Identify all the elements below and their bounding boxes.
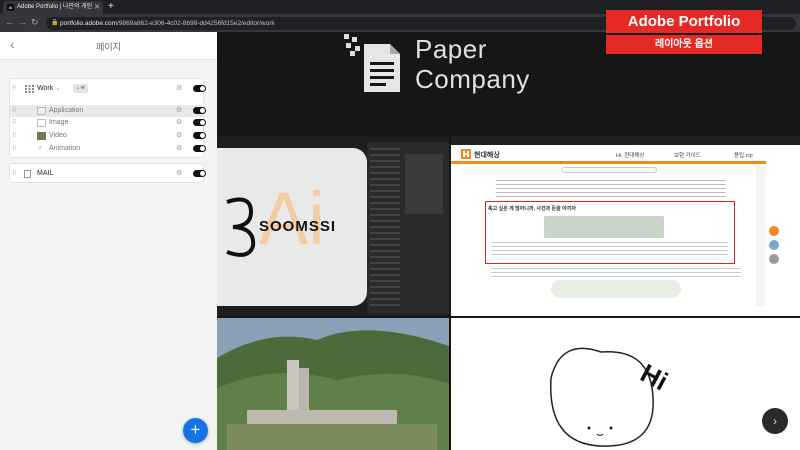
project-tile-animation[interactable]: Hi — [451, 318, 800, 450]
web-header-underline — [451, 161, 766, 164]
new-tab-icon[interactable]: + — [108, 1, 114, 13]
page-thumbnail-icon — [37, 119, 46, 127]
web-highlight-box: 혹고 싶은 게 많아니까, 사건과 돈을 아끼자 — [485, 201, 735, 264]
mail-page-card: ⠿ MAIL ⚙ — [9, 163, 206, 183]
properties-panel — [405, 154, 443, 214]
web-banner-image — [544, 216, 664, 238]
visibility-toggle[interactable] — [193, 145, 206, 152]
sidebar-header: ‹ 페이지 — [0, 32, 217, 60]
page-label-application: Application — [49, 107, 84, 114]
visibility-toggle[interactable] — [193, 132, 206, 139]
overlay-subtitle: 레이아웃 옵션 — [606, 35, 762, 54]
gear-icon[interactable]: ⚙ — [176, 131, 182, 139]
page-link-icon: ↗ — [37, 146, 43, 152]
site-preview: Paper Company Ai SOOMSSI 현대해상 Hi, 현대해상 보… — [217, 32, 800, 450]
web-body-text — [496, 180, 726, 198]
gear-icon[interactable]: ⚙ — [176, 169, 182, 177]
doodle-illustration — [550, 347, 654, 447]
url-path: /9869a862-e306-4c02-8b98-dd4256fd15e2/ed… — [117, 20, 275, 27]
work-gallery-card: ⠿ Work ⌄ ⌂ ≣ ⚙ ⠿ Application ⚙ ⠿ Image ⚙… — [9, 78, 206, 158]
page-icon — [24, 170, 31, 178]
close-tab-icon[interactable]: ✕ — [94, 1, 100, 14]
page-label-video: Video — [49, 132, 67, 139]
drag-handle-icon[interactable]: ⠿ — [12, 145, 16, 152]
page-thumbnail-icon — [37, 132, 46, 140]
ai-brand-text: SOOMSSI — [259, 218, 337, 235]
web-site-name: 현대해상 — [474, 152, 500, 159]
reload-icon[interactable]: ↻ — [31, 16, 39, 29]
web-side-button — [769, 254, 779, 264]
sidebar-title: 페이지 — [96, 42, 121, 52]
visibility-toggle[interactable] — [193, 107, 206, 114]
page-row-application[interactable]: ⠿ Application ⚙ — [10, 105, 206, 117]
tab-title: Adobe Portfolio | 나만의 개인 — [17, 4, 93, 10]
embedded-browser-bar — [451, 136, 800, 145]
gear-icon[interactable]: ⚙ — [176, 118, 182, 126]
page-label-image: Image — [49, 119, 69, 126]
layer-list — [370, 148, 400, 308]
drag-handle-icon[interactable]: ⠿ — [12, 107, 16, 114]
hyundai-logo-icon — [461, 149, 471, 159]
chevron-down-icon[interactable]: ⌄ — [55, 85, 61, 93]
project-tile-application[interactable]: Ai SOOMSSI — [217, 136, 449, 316]
pages-sidebar: ‹ 페이지 ⠿ Work ⌄ ⌂ ≣ ⚙ ⠿ Application ⚙ ⠿ I… — [0, 32, 217, 450]
gear-icon[interactable]: ⚙ — [176, 144, 182, 152]
page-row-image[interactable]: ⠿ Image ⚙ — [10, 117, 206, 129]
project-tile-video[interactable] — [217, 318, 449, 450]
web-highlight-text — [492, 242, 728, 256]
landscape-photo — [217, 318, 449, 450]
forward-arrow-icon[interactable]: → — [18, 16, 27, 29]
page-row-video[interactable]: ⠿ Video ⚙ — [10, 130, 206, 142]
page-label-work: Work — [37, 85, 54, 92]
web-illustration — [551, 280, 681, 298]
web-nav-3: 용팁.zip — [734, 153, 753, 159]
overlay-title: Adobe Portfolio — [606, 10, 762, 33]
home-page-badge: ⌂ ≣ — [73, 84, 88, 93]
visibility-toggle[interactable] — [193, 170, 206, 177]
add-page-button[interactable]: + — [183, 418, 208, 443]
page-row-work[interactable]: ⠿ Work ⌄ ⌂ ≣ ⚙ — [10, 83, 206, 95]
logo-text-line2: Company — [415, 64, 530, 94]
web-side-button — [769, 240, 779, 250]
web-body-text-2 — [491, 268, 741, 278]
page-label-animation: Animation — [49, 145, 81, 152]
scroll-arrow-icon[interactable]: › — [762, 408, 788, 434]
web-nav-2: 보험 가이드 — [674, 153, 701, 159]
browser-tab[interactable]: Ai Adobe Portfolio | 나만의 개인 ✕ — [3, 1, 103, 14]
page-row-mail[interactable]: ⠿ MAIL ⚙ — [10, 168, 206, 180]
web-nav-1: Hi, 현대해상 — [616, 153, 645, 159]
logo-text-line1: Paper — [415, 34, 487, 64]
drag-handle-icon[interactable]: ⠿ — [12, 119, 16, 126]
web-search-bar — [561, 167, 657, 173]
project-tile-image[interactable]: 현대해상 Hi, 현대해상 보험 가이드 용팁.zip 혹고 싶은 게 많아니까… — [451, 136, 800, 316]
page-label-mail: MAIL — [37, 170, 54, 177]
drag-handle-icon[interactable]: ⠿ — [12, 170, 16, 177]
visibility-toggle[interactable] — [193, 119, 206, 126]
url-host: portfolio.adobe.com — [60, 20, 118, 27]
gallery-grid-icon — [25, 85, 34, 93]
site-logo[interactable]: Paper Company — [342, 34, 572, 104]
page-thumbnail-icon — [37, 107, 46, 115]
web-side-button — [769, 226, 779, 236]
drag-handle-icon[interactable]: ⠿ — [12, 85, 16, 92]
web-headline: 혹고 싶은 게 많아니까, 사건과 돈을 아끼자 — [488, 206, 576, 212]
visibility-toggle[interactable] — [193, 85, 206, 92]
back-arrow-icon[interactable]: ← — [5, 16, 14, 29]
web-scrollbar — [756, 166, 765, 306]
drag-handle-icon[interactable]: ⠿ — [12, 132, 16, 139]
gear-icon[interactable]: ⚙ — [176, 84, 182, 92]
tab-favicon-icon: Ai — [7, 4, 14, 11]
gear-icon[interactable]: ⚙ — [176, 106, 182, 114]
paper-logo-icon — [344, 34, 400, 92]
lock-icon: 🔒 — [51, 20, 59, 26]
page-row-animation[interactable]: ⠿ ↗ Animation ⚙ — [10, 143, 206, 155]
layers-panel — [367, 142, 449, 314]
brand-mark-icon — [226, 197, 256, 257]
